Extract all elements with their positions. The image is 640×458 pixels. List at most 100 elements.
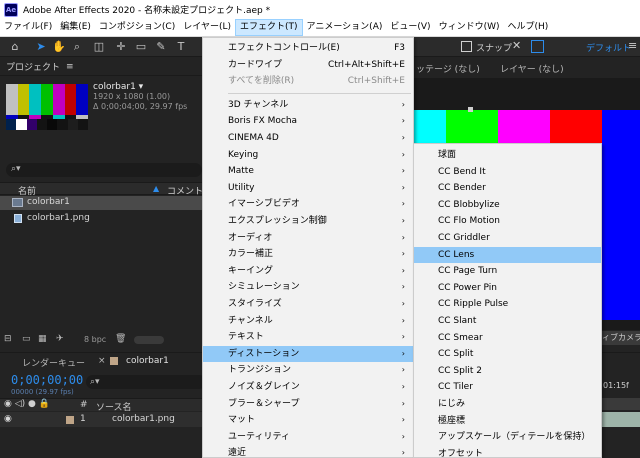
menu-f[interactable]: ファイル(F)	[0, 19, 56, 36]
render-queue-tab[interactable]: レンダーキュー	[22, 356, 85, 369]
effect-menu-item[interactable]: カラー補正 ›	[203, 246, 413, 262]
distortion-submenu-item[interactable]: CC Smear	[414, 330, 601, 346]
submenu-item-label: アップスケール（ディテールを保持）	[438, 432, 591, 443]
zoom-tool-icon[interactable]: ⌕	[70, 40, 84, 54]
menu-v[interactable]: ビュー(V)	[386, 19, 434, 36]
wrench-icon[interactable]: ✕	[512, 39, 521, 52]
effect-menu-item[interactable]: ノイズ＆グレイン ›	[203, 379, 413, 395]
distortion-submenu-item[interactable]: 球面	[414, 147, 601, 163]
snap-options-icon[interactable]	[531, 40, 544, 53]
panel-menu-icon[interactable]: ≡	[66, 62, 74, 72]
new-composition-icon[interactable]: ▦	[38, 334, 48, 344]
trash-icon[interactable]: 🗑	[115, 334, 126, 344]
snap-checkbox[interactable]	[461, 41, 472, 52]
distortion-submenu-item[interactable]: CC Tiler	[414, 379, 601, 395]
effect-menu-item[interactable]: Matte ›	[203, 163, 413, 179]
effect-menu-item[interactable]: ユーティリティ ›	[203, 429, 413, 445]
thumbnail-size-slider[interactable]	[134, 336, 164, 344]
footage-viewer-tab[interactable]: ッテージ (なし)	[416, 62, 480, 75]
layer-viewer-tab[interactable]: レイヤー (なし)	[500, 62, 564, 75]
distortion-submenu-item[interactable]: オフセット	[414, 446, 601, 458]
anchor-handle[interactable]	[468, 107, 473, 112]
workspace-default[interactable]: デフォルト	[586, 41, 631, 54]
visibility-eye-icon[interactable]: ◉	[4, 414, 12, 424]
layer-name[interactable]: colorbar1.png	[112, 414, 175, 424]
effect-menu-item[interactable]: スタイライズ ›	[203, 296, 413, 312]
project-list-item[interactable]: colorbar1	[0, 196, 205, 210]
timeline-layer-row[interactable]: ◉ 1 colorbar1.png	[0, 412, 205, 427]
effect-menu-item[interactable]: エフェクトコントロール(E) F3	[203, 40, 413, 56]
menu-e[interactable]: 編集(E)	[56, 19, 95, 36]
new-folder-icon[interactable]: ▭	[22, 334, 32, 344]
current-timecode[interactable]: 0;00;00;00	[11, 373, 83, 387]
distortion-submenu-item[interactable]: CC Blobbylize	[414, 197, 601, 213]
render-queue-icon[interactable]: ✈	[56, 334, 66, 344]
menu-h[interactable]: ヘルプ(H)	[503, 19, 552, 36]
distortion-submenu-item[interactable]: CC Slant	[414, 313, 601, 329]
distortion-submenu-item[interactable]: CC Split	[414, 346, 601, 362]
project-panel-title[interactable]: プロジェクト	[6, 60, 60, 73]
effect-menu-item[interactable]: Keying ›	[203, 147, 413, 163]
effect-menu-item[interactable]: トランジション ›	[203, 362, 413, 378]
distortion-submenu-item[interactable]: CC Split 2	[414, 363, 601, 379]
chevron-right-icon: ›	[401, 448, 405, 458]
effect-menu-item[interactable]: マット ›	[203, 412, 413, 428]
comp-timeline-tab[interactable]: colorbar1	[126, 356, 169, 366]
distortion-submenu-item[interactable]: CC Griddler	[414, 230, 601, 246]
selection-tool-icon[interactable]: ➤	[34, 40, 48, 54]
distortion-submenu-item[interactable]: にじみ	[414, 396, 601, 412]
menu-item-label: カードワイプ	[228, 59, 283, 70]
distortion-submenu-item[interactable]: 極座標	[414, 413, 601, 429]
distortion-submenu-item[interactable]: CC Ripple Pulse	[414, 296, 601, 312]
project-item-name[interactable]: colorbar1 ▾	[93, 82, 203, 92]
effect-menu-item[interactable]: 3D チャンネル ›	[203, 97, 413, 113]
menu-w[interactable]: ウィンドウ(W)	[435, 19, 504, 36]
camera-tool-icon[interactable]: ◫	[92, 40, 106, 54]
effect-menu-item[interactable]: ディストーション ›	[203, 345, 413, 362]
submenu-item-label: CC Tiler	[438, 382, 473, 393]
distortion-submenu-item[interactable]: アップスケール（ディテールを保持）	[414, 429, 601, 445]
menu-a[interactable]: アニメーション(A)	[303, 19, 387, 36]
timeline-search-input[interactable]: ⌕▾	[86, 375, 206, 389]
effect-menu-item[interactable]: 遠近 ›	[203, 445, 413, 458]
effect-menu-item[interactable]: キーイング ›	[203, 263, 413, 279]
bit-depth-button[interactable]: 8 bpc	[84, 335, 106, 344]
effect-menu-item[interactable]: イマーシブビデオ ›	[203, 196, 413, 212]
menu-l[interactable]: レイヤー(L)	[179, 19, 235, 36]
effect-menu-item[interactable]: CINEMA 4D ›	[203, 130, 413, 146]
pan-behind-tool-icon[interactable]: ✛	[114, 40, 128, 54]
pen-tool-icon[interactable]: ✎	[154, 40, 168, 54]
type-tool-icon[interactable]: T	[174, 40, 188, 54]
project-search-input[interactable]: ⌕▾	[6, 163, 202, 177]
av-feature-switches[interactable]: ◉ ◁) ● 🔒	[4, 399, 50, 409]
menu-c[interactable]: コンポジション(C)	[95, 19, 179, 36]
effect-menu-item[interactable]: オーディオ ›	[203, 230, 413, 246]
effect-menu-item[interactable]: カードワイプ Ctrl+Alt+Shift+E	[203, 57, 413, 73]
distortion-submenu-item[interactable]: CC Page Turn	[414, 263, 601, 279]
effect-menu-item[interactable]: ブラー＆シャープ ›	[203, 396, 413, 412]
shape-tool-icon[interactable]: ▭	[134, 40, 148, 54]
home-icon[interactable]: ⌂	[8, 40, 22, 54]
distortion-submenu-item[interactable]: CC Power Pin	[414, 280, 601, 296]
sort-ascending-icon[interactable]: ▲	[153, 184, 159, 193]
menu-t[interactable]: エフェクト(T)	[235, 19, 303, 36]
effect-menu-item[interactable]: エクスプレッション制御 ›	[203, 213, 413, 229]
distortion-submenu-item[interactable]: CC Flo Motion	[414, 213, 601, 229]
hand-tool-icon[interactable]: ✋	[52, 40, 66, 54]
effect-menu-item[interactable]: シミュレーション ›	[203, 279, 413, 295]
distortion-submenu-item[interactable]: CC Bender	[414, 180, 601, 196]
layer-label-color[interactable]	[66, 416, 74, 424]
effect-menu-item[interactable]: テキスト ›	[203, 329, 413, 345]
close-icon[interactable]: ×	[98, 356, 106, 366]
timeline-ruler[interactable]	[600, 398, 640, 410]
project-list-item[interactable]: colorbar1.png	[0, 212, 205, 226]
interpret-footage-icon[interactable]: ⊟	[4, 334, 14, 344]
layer-duration-bar[interactable]	[600, 412, 640, 427]
workspace-menu-icon[interactable]: ≡	[628, 39, 637, 52]
active-camera-dropdown[interactable]: ィブカメラ	[600, 331, 640, 345]
effect-menu-item[interactable]: Boris FX Mocha ›	[203, 113, 413, 129]
distortion-submenu-item[interactable]: CC Lens	[414, 246, 601, 263]
effect-menu-item[interactable]: Utility ›	[203, 180, 413, 196]
distortion-submenu-item[interactable]: CC Bend It	[414, 164, 601, 180]
effect-menu-item[interactable]: チャンネル ›	[203, 313, 413, 329]
